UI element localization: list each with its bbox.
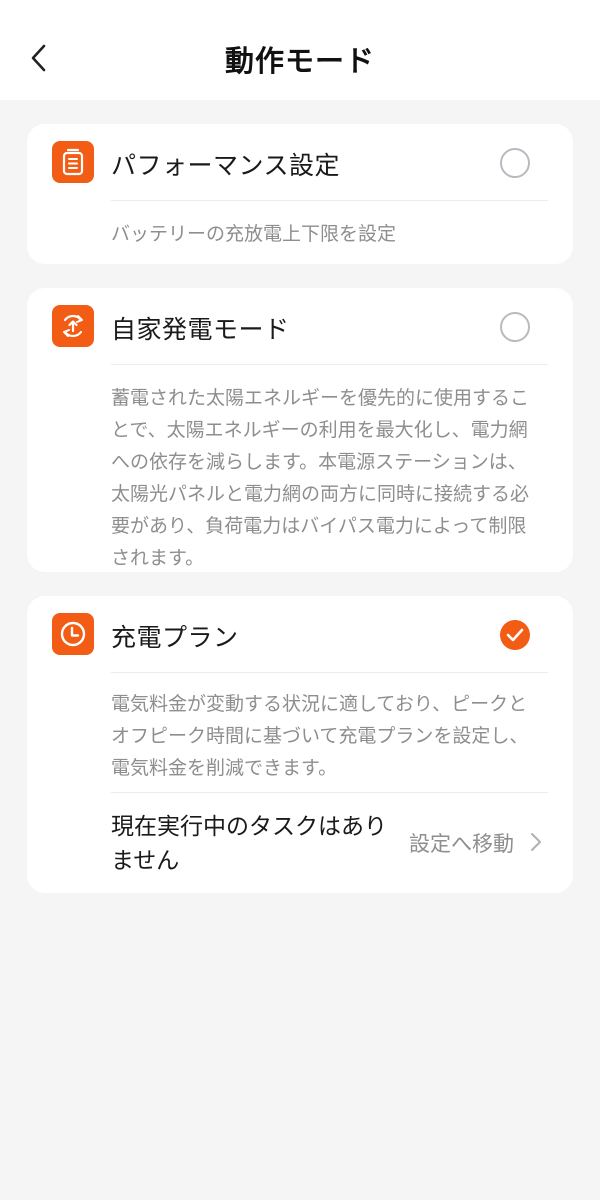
checkmark-icon — [506, 628, 524, 642]
go-to-settings-link[interactable]: 設定へ移動 — [409, 828, 514, 858]
mode-card-performance[interactable]: パフォーマンス設定 バッテリーの充放電上下限を設定 — [27, 124, 573, 264]
mode-radio-self-generation[interactable] — [500, 312, 530, 342]
chevron-right-icon — [531, 833, 541, 851]
divider — [111, 364, 548, 365]
clock-icon — [52, 613, 94, 655]
mode-card-header: 自家発電モード — [27, 288, 573, 366]
mode-title: 充電プラン — [111, 623, 239, 652]
self-generation-icon — [52, 305, 94, 347]
mode-radio-charging-plan[interactable] — [500, 620, 530, 650]
task-status-row[interactable]: 現在実行中のタスクはありません 設定へ移動 — [111, 806, 548, 878]
mode-title: パフォーマンス設定 — [111, 151, 341, 180]
page-title: 動作モード — [224, 44, 375, 78]
mode-card-header: パフォーマンス設定 — [27, 124, 573, 202]
mode-card-charging-plan[interactable]: 充電プラン 電気料金が変動する状況に適しており、ピークとオフピーク時間に基づいて… — [27, 596, 573, 893]
task-status-text: 現在実行中のタスクはありません — [111, 814, 387, 874]
battery-settings-icon — [52, 141, 94, 183]
mode-description: バッテリーの充放電上下限を設定 — [111, 223, 397, 245]
mode-card-header: 充電プラン — [27, 596, 573, 674]
divider — [111, 200, 548, 201]
header-bar: 動作モード — [0, 0, 600, 100]
mode-title: 自家発電モード — [111, 315, 290, 344]
mode-description: 蓄電された太陽エネルギーを優先的に使用することで、太陽エネルギーの利用を最大化し… — [111, 387, 530, 569]
divider — [111, 672, 548, 673]
divider — [111, 792, 548, 793]
mode-card-self-generation[interactable]: 自家発電モード 蓄電された太陽エネルギーを優先的に使用することで、太陽エネルギー… — [27, 288, 573, 572]
mode-radio-performance[interactable] — [500, 148, 530, 178]
mode-description: 電気料金が変動する状況に適しており、ピークとオフピーク時間に基づいて充電プランを… — [111, 693, 529, 779]
